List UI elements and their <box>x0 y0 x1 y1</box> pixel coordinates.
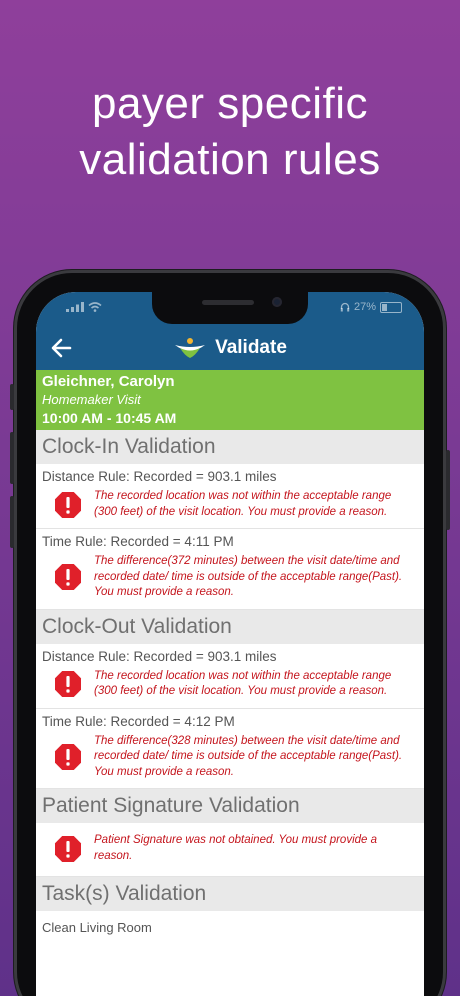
rule-message: Patient Signature was not obtained. You … <box>94 834 378 862</box>
rule-body: The recorded location was not within the… <box>42 489 418 520</box>
rule-message: The recorded location was not within the… <box>94 669 392 698</box>
rule-title: Distance Rule: Recorded = 903.1 miles <box>42 469 277 484</box>
section-header-clock-out: Clock-Out Validation <box>36 609 424 644</box>
rule-message: The difference(372 minutes) between the … <box>94 555 403 598</box>
status-left <box>66 302 102 312</box>
octagon-exclamation-icon <box>55 671 81 697</box>
section-header-tasks: Task(s) Validation <box>36 877 424 911</box>
headline-line-1: payer specific <box>91 79 368 128</box>
visit-type: Homemaker Visit <box>42 392 141 407</box>
rule-title: Distance Rule: Recorded = 903.1 miles <box>42 648 277 664</box>
rule-body: The recorded location was not within the… <box>42 669 418 700</box>
visit-time-range: 10:00 AM - 10:45 AM <box>42 410 177 426</box>
promo-headline: payer specific validation rules <box>0 76 460 188</box>
rule-item[interactable]: Time Rule: Recorded = 4:12 PM The differ… <box>36 709 424 789</box>
rule-title: Time Rule: Recorded = 4:11 PM <box>42 534 234 549</box>
warning-icon-wrap <box>42 491 94 519</box>
octagon-exclamation-icon <box>55 743 81 770</box>
rule-body: The difference(328 minutes) between the … <box>42 734 418 781</box>
status-right: 27% <box>340 301 402 313</box>
octagon-exclamation-icon <box>55 835 81 862</box>
section-header-clock-in: Clock-In Validation <box>36 430 424 464</box>
rule-title: Time Rule: Recorded = 4:12 PM <box>42 713 235 729</box>
rule-body: The difference(372 minutes) between the … <box>42 554 418 601</box>
rule-item[interactable]: Time Rule: Recorded = 4:11 PM The differ… <box>36 529 424 610</box>
app-bar: Validate <box>36 326 424 370</box>
headline-line-2: validation rules <box>79 135 381 184</box>
warning-icon-wrap <box>42 670 94 698</box>
phone-side-button <box>10 384 14 410</box>
task-item[interactable]: Clean Living Room <box>36 911 424 945</box>
headphones-icon <box>340 302 350 312</box>
phone-side-button <box>10 496 14 548</box>
octagon-exclamation-icon <box>55 491 81 518</box>
battery-percent: 27% <box>353 301 376 313</box>
page-title: Validate <box>215 337 287 358</box>
validation-list[interactable]: Clock-In Validation Distance Rule: Recor… <box>36 430 424 996</box>
battery-icon <box>380 301 402 313</box>
rule-body: Patient Signature was not obtained. You … <box>42 833 418 864</box>
rule-message: The recorded location was not within the… <box>94 490 392 518</box>
warning-icon-wrap <box>42 835 94 863</box>
rule-item[interactable]: Distance Rule: Recorded = 903.1 miles Th… <box>36 644 424 709</box>
rule-message: The difference(328 minutes) between the … <box>94 734 403 778</box>
people-leaf-logo-icon <box>175 338 206 358</box>
warning-icon-wrap <box>42 563 94 591</box>
rule-item[interactable]: Patient Signature was not obtained. You … <box>36 823 424 877</box>
notch <box>152 292 308 324</box>
wifi-icon <box>88 302 102 312</box>
status-bar: 27% <box>36 292 424 326</box>
app-title-group: Validate <box>36 326 424 370</box>
octagon-exclamation-icon <box>55 564 81 591</box>
section-header-signature: Patient Signature Validation <box>36 789 424 823</box>
phone-screen: 27% Validate Gleichner, Carolyn Homemake… <box>36 292 424 996</box>
signal-bars-icon <box>66 302 84 312</box>
phone-side-button <box>446 450 450 530</box>
speaker <box>202 300 254 305</box>
phone-side-button <box>10 432 14 484</box>
client-name: Gleichner, Carolyn <box>42 373 175 390</box>
camera <box>272 297 282 307</box>
warning-icon-wrap <box>42 743 94 771</box>
rule-item[interactable]: Distance Rule: Recorded = 903.1 miles Th… <box>36 464 424 529</box>
visit-header: Gleichner, Carolyn Homemaker Visit 10:00… <box>36 370 424 430</box>
